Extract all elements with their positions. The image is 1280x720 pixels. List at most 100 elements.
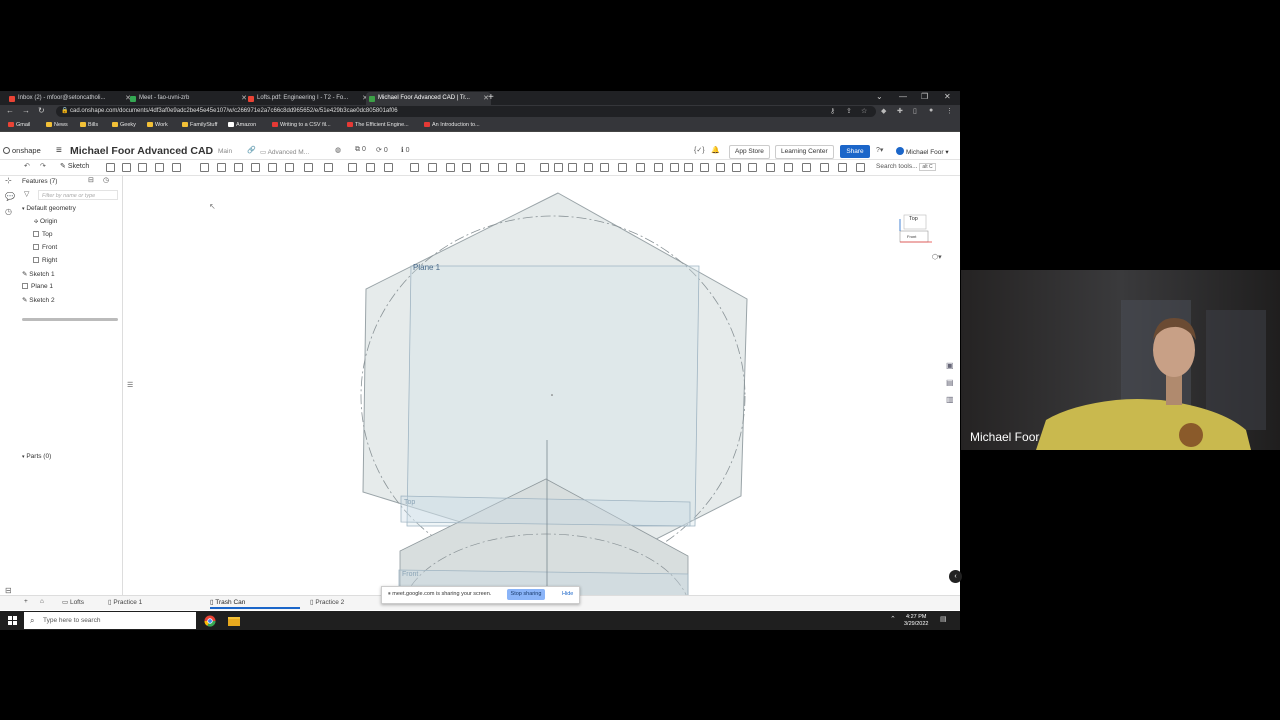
share-button[interactable]: Share (840, 145, 870, 158)
bookmark-news[interactable]: News (46, 120, 68, 130)
bookmark-work[interactable]: Work (147, 120, 168, 130)
toolbar-tool-icon[interactable] (217, 163, 226, 172)
tree-top[interactable]: Top (33, 231, 52, 238)
toolbar-tool-icon[interactable] (748, 163, 757, 172)
key-icon[interactable]: ⚷ (830, 107, 835, 115)
toolbar-tool-icon[interactable] (324, 163, 333, 172)
toolbar-tool-icon[interactable] (636, 163, 645, 172)
redo-icon[interactable]: ↷ (40, 162, 46, 170)
bell-icon[interactable]: 🔔 (711, 146, 720, 154)
view-cube[interactable]: Top Front (896, 207, 934, 247)
toolbar-tool-icon[interactable] (554, 163, 563, 172)
toolbar-tool-icon[interactable] (348, 163, 357, 172)
tree-plane-1[interactable]: Plane 1 (22, 283, 53, 290)
toolbar-tool-icon[interactable] (700, 163, 709, 172)
toolbar-tool-icon[interactable] (366, 163, 375, 172)
toolbar-tool-icon[interactable] (654, 163, 663, 172)
toolbar-tool-icon[interactable] (122, 163, 131, 172)
onshape-logo[interactable]: onshape (3, 146, 41, 155)
toolbar-tool-icon[interactable] (251, 163, 260, 172)
file-explorer-icon[interactable] (228, 614, 240, 626)
forward-icon[interactable]: → (22, 106, 30, 115)
list-view-icon[interactable]: ☰ (127, 381, 133, 389)
filter-input[interactable]: Filter by name or type (38, 190, 118, 200)
expand-arrow-icon[interactable]: ‹ (949, 570, 962, 583)
windows-start-icon[interactable] (8, 616, 17, 625)
notification-icon[interactable]: ▤ (940, 615, 947, 623)
toolbar-tool-icon[interactable] (172, 163, 181, 172)
learning-center-button[interactable]: Learning Center (775, 145, 834, 159)
toolbar-tool-icon[interactable] (838, 163, 847, 172)
browser-tab-gmail[interactable]: Inbox (2) - mfoor@setoncatholi... ✕ (6, 92, 133, 105)
link-icon[interactable]: 🔗 (247, 146, 256, 154)
profile-icon[interactable]: ● (929, 107, 933, 114)
puzzle-icon[interactable]: ✚ (897, 107, 903, 115)
toolbar-tool-icon[interactable] (802, 163, 811, 172)
toolbar-tool-icon[interactable] (732, 163, 741, 172)
tree-right[interactable]: Right (33, 257, 57, 264)
tab-search-icon[interactable]: ⌄ (876, 92, 883, 101)
window-close-icon[interactable]: ✕ (944, 92, 951, 101)
document-title[interactable]: Michael Foor Advanced CAD (70, 145, 213, 157)
share-page-icon[interactable]: ⇪ (846, 107, 852, 115)
feature-tree-icon[interactable]: ⊹ (5, 176, 12, 185)
menu-icon[interactable]: ⋮ (946, 107, 953, 115)
bookmark-amazon[interactable]: Amazon (228, 120, 256, 130)
toolbar-tool-icon[interactable] (670, 163, 679, 172)
taskbar-search-input[interactable]: ⌕ Type here to search (24, 612, 196, 629)
globe-icon[interactable]: ◍ (335, 146, 341, 154)
tab-practice-2[interactable]: ▯ Practice 2 (310, 598, 344, 606)
toolbar-tool-icon[interactable] (384, 163, 393, 172)
toolbar-tool-icon[interactable] (410, 163, 419, 172)
toolbar-tool-icon[interactable] (784, 163, 793, 172)
toolbar-tool-icon[interactable] (428, 163, 437, 172)
bookmark-star-icon[interactable]: ☆ (861, 107, 867, 115)
tree-sketch-2[interactable]: ✎ Sketch 2 (22, 296, 55, 304)
home-icon[interactable]: ⌂ (40, 598, 44, 605)
browser-tab-onshape[interactable]: Michael Foor Advanced CAD | Tr... ✕ (366, 92, 491, 105)
tree-origin[interactable]: ✣ Origin (34, 218, 57, 225)
tab-lofts[interactable]: ▭ Lofts (62, 598, 84, 606)
toolbar-tool-icon[interactable] (462, 163, 471, 172)
toolbar-tool-icon[interactable] (498, 163, 507, 172)
taskbar-clock[interactable]: 4:27 PM 3/29/2022 (904, 614, 928, 628)
code-icon[interactable]: {✓} (694, 146, 705, 154)
app-store-button[interactable]: App Store (729, 145, 770, 159)
undo-icon[interactable]: ↶ (24, 162, 30, 170)
variables-icon[interactable]: ▥ (946, 395, 954, 404)
toolbar-tool-icon[interactable] (584, 163, 593, 172)
tree-sketch-1[interactable]: ✎ Sketch 1 (22, 270, 55, 278)
toolbar-tool-icon[interactable] (304, 163, 313, 172)
hide-button[interactable]: Hide (562, 591, 573, 597)
new-tab-button[interactable]: + (488, 92, 494, 104)
info-icon[interactable]: ℹ 0 (401, 146, 410, 154)
graphics-viewport[interactable]: Plane 1 Top Front ☰ ↖ (123, 176, 960, 595)
toolbar-tool-icon[interactable] (285, 163, 294, 172)
sidepanel-icon[interactable]: ▯ (913, 107, 917, 115)
toolbar-tool-icon[interactable] (200, 163, 209, 172)
search-tools-field[interactable]: Search tools... alt C (876, 163, 936, 171)
url-field[interactable]: 🔒 cad.onshape.com/documents/4df3af0e9adc… (56, 106, 876, 117)
toolbar-tool-icon[interactable] (234, 163, 243, 172)
bookmark-familystuff[interactable]: FamilyStuff (182, 120, 217, 130)
tree-front[interactable]: Front (33, 244, 57, 251)
extension-icon[interactable]: ◆ (881, 107, 886, 115)
view-options-icon[interactable]: ⬡▾ (932, 253, 942, 261)
toolbar-tool-icon[interactable] (766, 163, 775, 172)
toolbar-tool-icon[interactable] (446, 163, 455, 172)
toolbar-tool-icon[interactable] (856, 163, 865, 172)
toolbar-tool-icon[interactable] (138, 163, 147, 172)
rollback-bar[interactable] (22, 318, 118, 321)
browser-tab-lofts[interactable]: Lofts.pdf: Engineering I - T2 - Fo... ✕ (245, 92, 370, 105)
toolbar-tool-icon[interactable] (516, 163, 525, 172)
toolbar-tool-icon[interactable] (540, 163, 549, 172)
folder-breadcrumb[interactable]: ▭ Advanced M... (260, 148, 309, 156)
toolbar-tool-icon[interactable] (716, 163, 725, 172)
toolbar-tool-icon[interactable] (600, 163, 609, 172)
tab-practice-1[interactable]: ▯ Practice 1 (108, 598, 142, 606)
chrome-icon[interactable] (204, 614, 216, 627)
toolbar-tool-icon[interactable] (480, 163, 489, 172)
bookmark-csv[interactable]: Writing to a CSV fil... (272, 120, 331, 130)
bookmark-gmail[interactable]: Gmail (8, 120, 30, 130)
default-geometry-group[interactable]: ▾ Default geometry (22, 205, 76, 212)
